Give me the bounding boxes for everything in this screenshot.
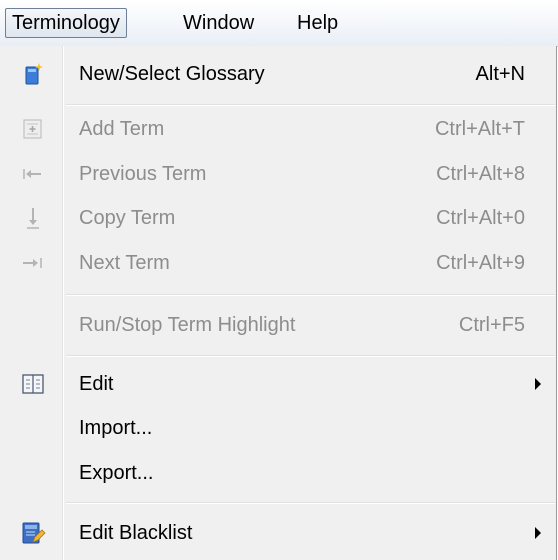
next-term-icon <box>23 258 42 268</box>
new-glossary-icon <box>25 63 43 85</box>
menu-item-export[interactable]: Export... <box>0 451 555 495</box>
menu-item-shortcut: Ctrl+Alt+9 <box>436 252 525 274</box>
terminology-menu: New/Select Glossary Alt+N Add Term Ctrl+… <box>0 46 557 560</box>
menu-item-label: Add Term <box>79 118 165 140</box>
menu-item-previous-term[interactable]: Previous Term Ctrl+Alt+8 <box>0 152 555 196</box>
menubar-help[interactable]: Help <box>291 8 344 38</box>
menu-item-import[interactable]: Import... <box>0 406 555 450</box>
menu-item-label: Run/Stop Term Highlight <box>79 314 296 336</box>
menu-item-label: New/Select Glossary <box>79 63 265 85</box>
menu-item-label: Import... <box>79 417 153 439</box>
menu-item-edit-blacklist[interactable]: Edit Blacklist <box>0 511 555 555</box>
menu-item-label: Copy Term <box>79 207 176 229</box>
submenu-arrow-icon <box>535 527 541 539</box>
menubar-terminology[interactable]: Terminology <box>5 8 127 38</box>
menu-separator <box>66 355 555 357</box>
menu-item-edit[interactable]: Edit <box>0 362 555 406</box>
menu-item-shortcut: Ctrl+Alt+T <box>434 118 525 140</box>
menu-item-shortcut: Ctrl+F5 <box>458 314 525 336</box>
submenu-arrow-icon <box>535 378 541 390</box>
menu-item-shortcut: Ctrl+Alt+8 <box>436 163 525 185</box>
add-term-icon <box>23 119 42 139</box>
menu-item-shortcut: Ctrl+Alt+0 <box>436 207 525 229</box>
menu-separator <box>66 104 555 106</box>
menu-item-shortcut: Alt+N <box>475 63 525 85</box>
menu-bar: Terminology Window Help <box>0 0 558 47</box>
menubar-window[interactable]: Window <box>177 8 260 38</box>
menu-item-new-select-glossary[interactable]: New/Select Glossary Alt+N <box>0 52 555 96</box>
menu-item-label: Previous Term <box>79 163 207 185</box>
menu-separator <box>66 502 555 504</box>
menu-item-run-stop-term-highlight[interactable]: Run/Stop Term Highlight Ctrl+F5 <box>0 303 555 347</box>
menu-separator <box>66 294 555 296</box>
menu-item-label: Edit Blacklist <box>79 522 193 544</box>
edit-glossary-icon <box>22 374 44 394</box>
menu-item-label: Edit <box>79 373 114 395</box>
edit-blacklist-icon <box>22 522 46 544</box>
menu-item-copy-term[interactable]: Copy Term Ctrl+Alt+0 <box>0 196 555 240</box>
menu-item-next-term[interactable]: Next Term Ctrl+Alt+9 <box>0 241 555 285</box>
menu-item-add-term[interactable]: Add Term Ctrl+Alt+T <box>0 107 555 151</box>
menu-item-label: Next Term <box>79 252 170 274</box>
copy-term-icon <box>27 208 39 229</box>
menu-item-label: Export... <box>79 462 154 484</box>
previous-term-icon <box>23 169 41 179</box>
